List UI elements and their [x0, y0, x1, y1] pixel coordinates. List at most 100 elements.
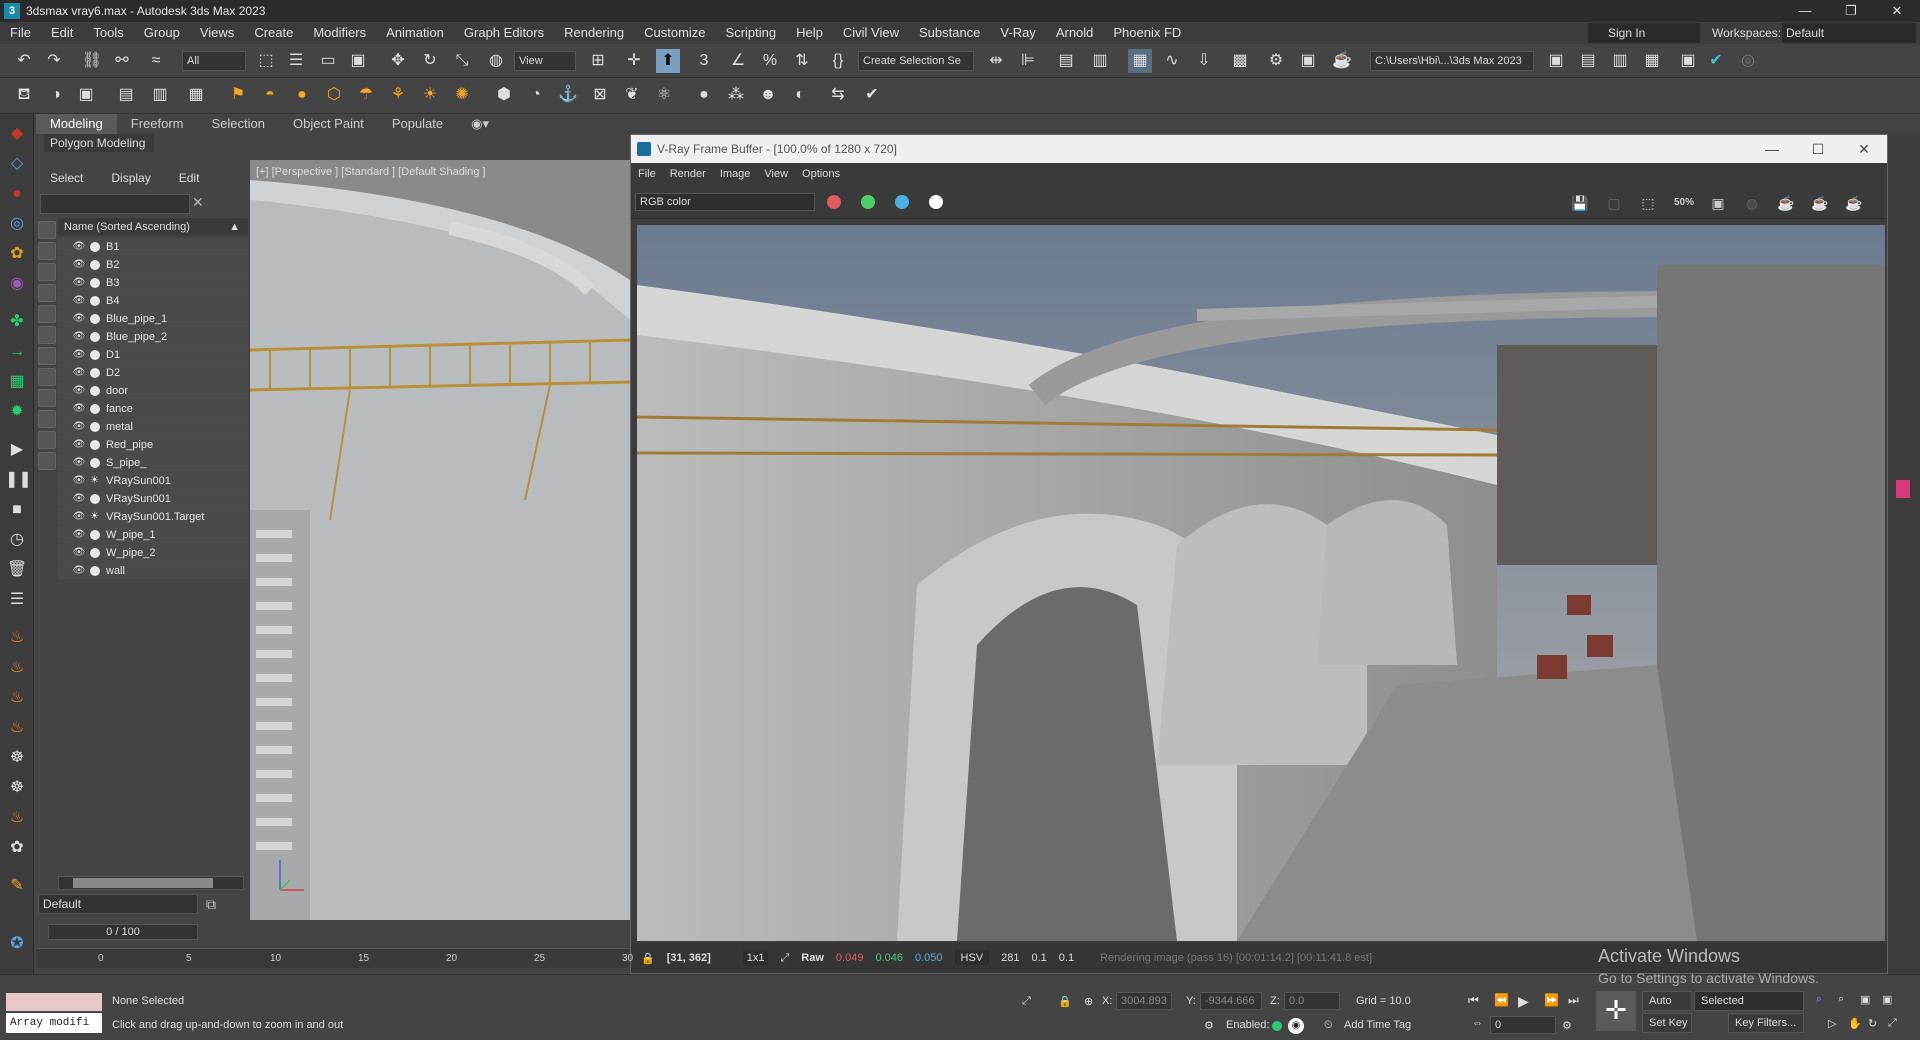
rectangular-selection-icon[interactable]: ▭ — [316, 49, 340, 73]
visibility-eye-icon[interactable]: 👁 — [72, 472, 86, 490]
field-of-view-icon[interactable]: ▷ — [1828, 1017, 1836, 1030]
curve-editor-icon[interactable]: ∿ — [1160, 49, 1184, 73]
project-icon[interactable]: ▣ — [1544, 49, 1568, 73]
zoom-level-icon[interactable]: 50% — [1673, 192, 1695, 214]
menu-edit[interactable]: Edit — [41, 22, 83, 44]
time-slider[interactable]: 0 / 100 — [48, 924, 198, 940]
tab-display[interactable]: Display — [97, 166, 164, 190]
go-to-start-icon[interactable]: ⏮ — [1468, 993, 1479, 1008]
reference-coordinate-dropdown[interactable]: View — [514, 51, 576, 71]
load-image-icon[interactable]: ▢ — [1603, 192, 1625, 214]
display-tab-icon[interactable]: ✿ — [5, 242, 29, 266]
motion-tab-icon[interactable]: ◎ — [5, 212, 29, 236]
vray-scene-converter-icon[interactable]: ⇆ — [826, 83, 850, 107]
list-item[interactable]: 👁 door — [58, 382, 248, 400]
edit-named-selection-icon[interactable]: {} — [826, 49, 850, 73]
filter-frozen-icon[interactable] — [38, 452, 56, 470]
go-to-end-icon[interactable]: ⏭ — [1568, 993, 1579, 1008]
list-item[interactable]: 👁 ☀ VRaySun001 — [58, 472, 248, 490]
menu-help[interactable]: Help — [786, 22, 833, 44]
menu-arnold[interactable]: Arnold — [1046, 22, 1104, 44]
mirror-icon[interactable]: ⇹ — [984, 49, 1008, 73]
visibility-eye-icon[interactable]: 👁 — [72, 274, 86, 292]
pick-icon[interactable]: ⤢ — [780, 952, 789, 965]
time-config-icon[interactable]: ⚙ — [1562, 1019, 1572, 1032]
zoom-all-icon[interactable]: ⌕ — [1838, 993, 1844, 1006]
link-icon[interactable]: ⛓ — [80, 49, 104, 73]
clear-search-icon[interactable]: ✕ — [192, 194, 204, 211]
visibility-eye-icon[interactable]: 👁 — [72, 454, 86, 472]
lock-icon[interactable]: 🔒 — [641, 952, 655, 965]
help-icon[interactable]: ✪ — [5, 932, 29, 956]
colorspace-dropdown[interactable]: HSV — [954, 951, 990, 965]
vray-light-sphere-icon[interactable]: ● — [290, 83, 314, 107]
ribbon-tab-populate[interactable]: Populate — [378, 114, 457, 134]
menu-scripting[interactable]: Scripting — [716, 22, 787, 44]
pivot-icon[interactable]: ⊞ — [586, 49, 610, 73]
y-coordinate-field[interactable]: -9344.666 — [1200, 992, 1262, 1010]
spark-icon[interactable]: ✹ — [5, 400, 29, 424]
percent-snap-icon[interactable]: % — [758, 49, 782, 73]
maximize-viewport-icon[interactable]: ⤢ — [1888, 1017, 1897, 1030]
menu-animation[interactable]: Animation — [376, 22, 454, 44]
zoom-extents-icon[interactable]: ▣ — [1860, 993, 1870, 1006]
filter-shapes-icon[interactable] — [38, 263, 56, 281]
list-item[interactable]: 👁 B2 — [58, 256, 248, 274]
vfb-menu-options[interactable]: Options — [795, 168, 847, 180]
rendered-frame-icon[interactable]: ▦ — [1640, 49, 1664, 73]
select-manipulate-icon[interactable]: ✛ — [622, 49, 646, 73]
shapes-icon[interactable]: ✤ — [5, 310, 29, 334]
last-render-icon[interactable]: ▣ — [74, 83, 98, 107]
vfb-close-icon[interactable]: ✕ — [1841, 135, 1887, 163]
menu-rendering[interactable]: Rendering — [554, 22, 634, 44]
filter-lights-icon[interactable] — [38, 284, 56, 302]
list-item[interactable]: 👁 Blue_pipe_1 — [58, 310, 248, 328]
phoenix-wind-icon[interactable]: ☸ — [5, 746, 29, 770]
toggle-scene-explorer-icon[interactable]: ▤ — [1054, 49, 1078, 73]
visibility-eye-icon[interactable]: 👁 — [72, 544, 86, 562]
interactive-render-icon[interactable]: ◍ — [1741, 192, 1763, 214]
maximize-icon[interactable]: ❐ — [1828, 0, 1874, 22]
vray-light-plane-icon[interactable]: ⚑ — [226, 83, 250, 107]
previous-frame-icon[interactable]: ⏪ — [1494, 993, 1509, 1007]
menu-create[interactable]: Create — [244, 22, 303, 44]
material-ball-icon[interactable]: ● — [692, 83, 716, 107]
menu-customize[interactable]: Customize — [634, 22, 715, 44]
phoenix-liquid-icon[interactable]: ♨ — [5, 656, 29, 680]
filter-containers-icon[interactable] — [38, 431, 56, 449]
vray-sun-icon[interactable]: ☀ — [418, 83, 442, 107]
filter-all-icon[interactable] — [38, 221, 56, 239]
region-render-icon[interactable]: ⬚ — [1637, 192, 1659, 214]
vray-vfb-icon[interactable]: ▣ — [1676, 49, 1700, 73]
menu-file[interactable]: File — [0, 22, 41, 44]
filter-bones-icon[interactable] — [38, 410, 56, 428]
channel-dropdown[interactable]: RGB color — [635, 193, 815, 211]
arrow-right-icon[interactable]: → — [5, 340, 29, 364]
scene-search-input[interactable] — [40, 194, 190, 214]
vray-light-dome-icon[interactable]: ◓ — [258, 83, 282, 107]
sign-in-button[interactable]: Sign In — [1588, 23, 1700, 43]
track-bar[interactable]: 0 5 10 15 20 25 30 — [36, 948, 633, 968]
maxscript-listener[interactable] — [6, 993, 102, 1011]
visibility-eye-icon[interactable]: 👁 — [72, 526, 86, 544]
vfb-menu-view[interactable]: View — [757, 168, 795, 180]
list-item[interactable]: 👁 D2 — [58, 364, 248, 382]
modify-tab-icon[interactable]: ◇ — [5, 152, 29, 176]
render-setup-icon[interactable]: ⚙ — [1264, 49, 1288, 73]
vfb-maximize-icon[interactable]: ☐ — [1795, 135, 1841, 163]
vray-clipper-icon[interactable]: ⚓ — [556, 83, 580, 107]
box-icon[interactable]: ■ — [5, 498, 29, 522]
maxscript-input[interactable]: Array modifi — [6, 1013, 102, 1033]
ribbon-tab-freeform[interactable]: Freeform — [117, 114, 198, 134]
keyboard-shortcut-override-icon[interactable]: ⬆ — [656, 49, 680, 73]
key-filters-button[interactable]: Key Filters... — [1728, 1013, 1804, 1033]
isolate-icon[interactable]: ⤢ — [1022, 995, 1031, 1008]
visibility-eye-icon[interactable]: 👁 — [72, 328, 86, 346]
vray-light-lister-icon[interactable]: ✺ — [450, 83, 474, 107]
list-item[interactable]: 👁 Red_pipe — [58, 436, 248, 454]
render-last-icon[interactable]: ☕ — [1843, 192, 1865, 214]
column-header-name[interactable]: Name (Sorted Ascending) ▲ — [58, 218, 248, 236]
list-item[interactable]: 👁 S_pipe_ — [58, 454, 248, 472]
ribbon-tab-modeling[interactable]: Modeling — [36, 114, 117, 134]
vray-sphere-fade-icon[interactable]: ◔ — [524, 83, 548, 107]
